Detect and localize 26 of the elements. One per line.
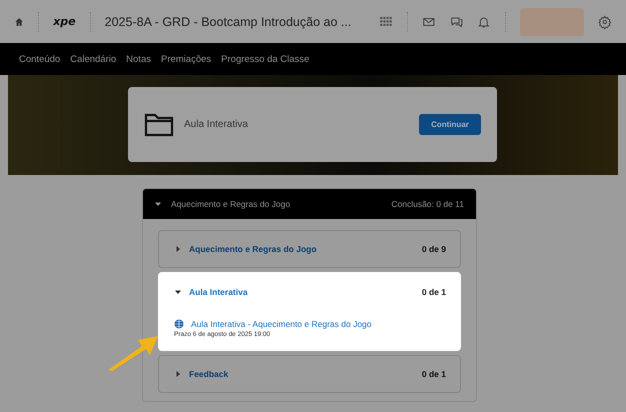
nav-link[interactable]: Premiações — [160, 54, 212, 64]
lesson-link[interactable]: Aula Interativa — [189, 287, 414, 297]
caret-icon[interactable] — [155, 201, 161, 207]
module-header[interactable]: Aquecimento e Regras do Jogo Conclusão: 0 de 11 — [143, 189, 476, 219]
module-title: Aquecimento e Regras do Jogo — [171, 199, 292, 209]
caret-icon[interactable] — [175, 289, 181, 295]
pointer-arrow — [106, 334, 160, 372]
progress-count: 0 de 1 — [422, 287, 446, 297]
course-title: 2025-8A - GRD - Bootcamp Introdução ao ... — [104, 14, 352, 28]
logo[interactable]: xpe — [53, 15, 76, 28]
lesson-link[interactable]: Feedback — [189, 369, 414, 379]
nav-link[interactable]: Conteúdo — [19, 54, 60, 64]
home-icon[interactable] — [14, 16, 24, 28]
lesson-link[interactable]: Aquecimento e Regras do Jogo — [189, 244, 414, 254]
completion-text: Conclusão: 0 de 11 — [391, 199, 464, 209]
continue-button[interactable]: Continuar — [419, 114, 481, 135]
nav-link[interactable]: Calendário — [70, 54, 116, 64]
settings-icon[interactable] — [598, 14, 612, 30]
nav-link[interactable]: Progresso da Classe — [221, 54, 310, 64]
activity-link[interactable]: Aula Interativa - Aquecimento e Regras do Jogo — [191, 319, 446, 329]
globe-icon — [174, 319, 184, 329]
dialog-title: Aula Interativa — [184, 119, 249, 130]
folder-icon — [144, 112, 174, 138]
progress-count: 0 de 9 — [422, 244, 446, 254]
progress-count: 0 de 1 — [422, 369, 446, 379]
nav-link[interactable]: Notas — [126, 54, 151, 64]
